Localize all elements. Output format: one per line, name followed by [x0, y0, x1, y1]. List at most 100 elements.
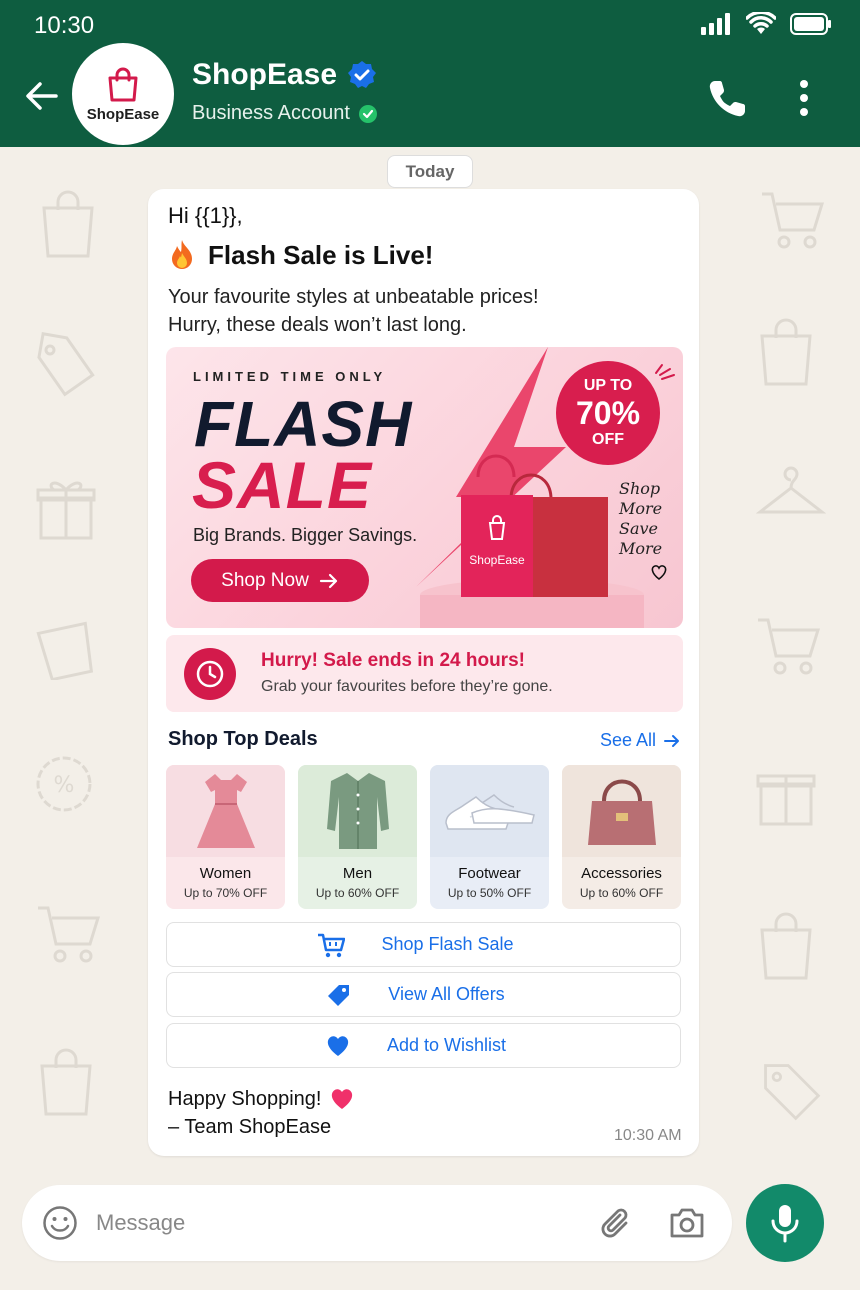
bag-brand-label: ShopEase [469, 553, 525, 567]
shop-flash-sale-button[interactable]: Shop Flash Sale [166, 922, 681, 967]
message-greeting: Hi {{1}}, [168, 203, 243, 228]
card-offer: Up to 60% OFF [315, 886, 400, 900]
percent-badge-doodle-icon: % [36, 756, 92, 812]
handbag-image [562, 765, 681, 857]
add-to-wishlist-label: Add to Wishlist [386, 1035, 507, 1055]
phone-call-icon[interactable] [706, 78, 748, 120]
arrow-right-icon [319, 573, 337, 588]
shop-flash-sale-label: Shop Flash Sale [381, 934, 514, 954]
avatar-label: ShopEase [86, 105, 160, 123]
limited-time-label: LIMITED TIME ONLY [193, 369, 387, 384]
message-input[interactable] [96, 1205, 576, 1241]
sale-text: SALE [192, 448, 373, 522]
add-to-wishlist-button[interactable]: Add to Wishlist [166, 1023, 681, 1068]
signoff-line-1: Happy Shopping! [168, 1088, 322, 1110]
business-account-label: Business Account [192, 102, 378, 125]
cart-doodle-icon [38, 906, 101, 963]
deal-card-men[interactable]: Men Up to 60% OFF [298, 765, 417, 909]
signal-icon [701, 13, 730, 35]
deal-card-footwear[interactable]: Footwear Up to 50% OFF [430, 765, 549, 909]
shirt-image [298, 765, 417, 857]
wifi-icon [746, 12, 776, 34]
cart-doodle-icon [762, 192, 825, 249]
tag-doodle-icon [764, 1064, 821, 1121]
bag-doodle-icon [42, 190, 94, 258]
card-name: Women [199, 865, 252, 882]
banner-tagline: Big Brands. Bigger Savings. [193, 525, 418, 545]
message-bubble: Hi {{1}}, Flash Sale is Live! Your favou… [148, 189, 699, 1156]
signoff-line-2: – Team ShopEase [168, 1116, 332, 1138]
script-line-3: Save [619, 519, 659, 538]
sale-ends-notice: Hurry! Sale ends in 24 hours! Grab your … [166, 635, 683, 712]
deals-title: Shop Top Deals [168, 728, 318, 750]
script-line-1: Shop [619, 479, 661, 498]
message-input-bar [22, 1185, 732, 1261]
card-name: Accessories [581, 865, 662, 882]
more-options-icon[interactable] [790, 78, 818, 118]
chat-header: 10:30 ShopEase ShopEase Business Account [0, 0, 860, 147]
shopping-bag-logo-icon [108, 67, 138, 101]
gift-doodle-icon [756, 774, 816, 826]
red-heart-emoji-icon [332, 1089, 353, 1109]
microphone-icon [771, 1205, 799, 1243]
message-intro: Your favourite styles at unbeatable pric… [168, 283, 678, 339]
message-time: 10:30 AM [614, 1127, 682, 1144]
discount-badge: UP TO 70% OFF [556, 361, 660, 465]
arrow-right-icon [664, 734, 680, 747]
heart-outline-icon [651, 565, 667, 581]
microphone-button[interactable] [746, 1184, 824, 1262]
status-icons [700, 12, 832, 36]
date-chip: Today [387, 155, 473, 188]
hanger-doodle-icon [756, 466, 826, 514]
headline-text: Flash Sale is Live! [208, 239, 434, 270]
view-all-offers-label: View All Offers [388, 984, 505, 1004]
badge-up-to: UP TO [583, 377, 633, 394]
verified-badge-icon [348, 61, 377, 88]
sale-ends-subtitle: Grab your favourites before they’re gone… [261, 678, 553, 695]
clock-icon [184, 648, 236, 700]
bag-doodle-icon [760, 912, 812, 980]
script-line-4: More [619, 539, 663, 558]
attachment-icon[interactable] [596, 1203, 636, 1243]
badge-off: OFF [592, 431, 624, 448]
card-offer: Up to 70% OFF [183, 886, 268, 900]
heart-icon [327, 1035, 349, 1056]
script-slogan: Shop More Save More [619, 479, 662, 559]
deal-card-women[interactable]: Women Up to 70% OFF [166, 765, 285, 909]
card-offer: Up to 60% OFF [579, 886, 664, 900]
cart-doodle-icon [758, 618, 821, 675]
intro-line-1: Your favourite styles at unbeatable pric… [168, 286, 539, 308]
card-name: Footwear [458, 865, 521, 882]
card-offer: Up to 50% OFF [447, 886, 532, 900]
dress-image [166, 765, 285, 857]
bag-doodle-icon [40, 1048, 92, 1116]
see-all-label: See All [600, 730, 657, 750]
see-all-link[interactable]: See All [600, 730, 680, 751]
script-line-2: More [619, 499, 663, 518]
bag-doodle-icon [36, 621, 94, 680]
emoji-icon[interactable] [42, 1205, 78, 1241]
camera-icon[interactable] [668, 1205, 706, 1241]
cart-icon [318, 933, 346, 957]
svg-text:%: % [54, 773, 75, 798]
view-all-offers-button[interactable]: View All Offers [166, 972, 681, 1017]
deal-cards: Women Up to 70% OFF Men Up to 60% OFF Fo… [166, 765, 683, 909]
sneakers-image [430, 765, 549, 857]
business-name[interactable]: ShopEase [192, 58, 377, 92]
message-headline: Flash Sale is Live! [168, 239, 433, 271]
tag-icon [328, 984, 350, 1006]
battery-icon [790, 13, 831, 35]
avatar[interactable]: ShopEase [72, 43, 174, 145]
badge-percent: 70% [575, 395, 641, 431]
flash-sale-banner[interactable]: LIMITED TIME ONLY FLASH SALE Big Brands.… [166, 347, 683, 628]
shop-now-label: Shop Now [221, 569, 309, 591]
card-name: Men [342, 865, 373, 882]
deal-card-accessories[interactable]: Accessories Up to 60% OFF [562, 765, 681, 909]
business-subtitle: Business Account [192, 102, 350, 124]
shop-now-button[interactable]: Shop Now [191, 559, 369, 602]
intro-line-2: Hurry, these deals won’t last long. [168, 314, 467, 336]
sparkle-lines-icon [655, 364, 675, 380]
back-arrow-icon[interactable] [22, 76, 62, 116]
tag-doodle-icon [37, 331, 95, 397]
sale-ends-title: Hurry! Sale ends in 24 hours! [261, 650, 525, 671]
